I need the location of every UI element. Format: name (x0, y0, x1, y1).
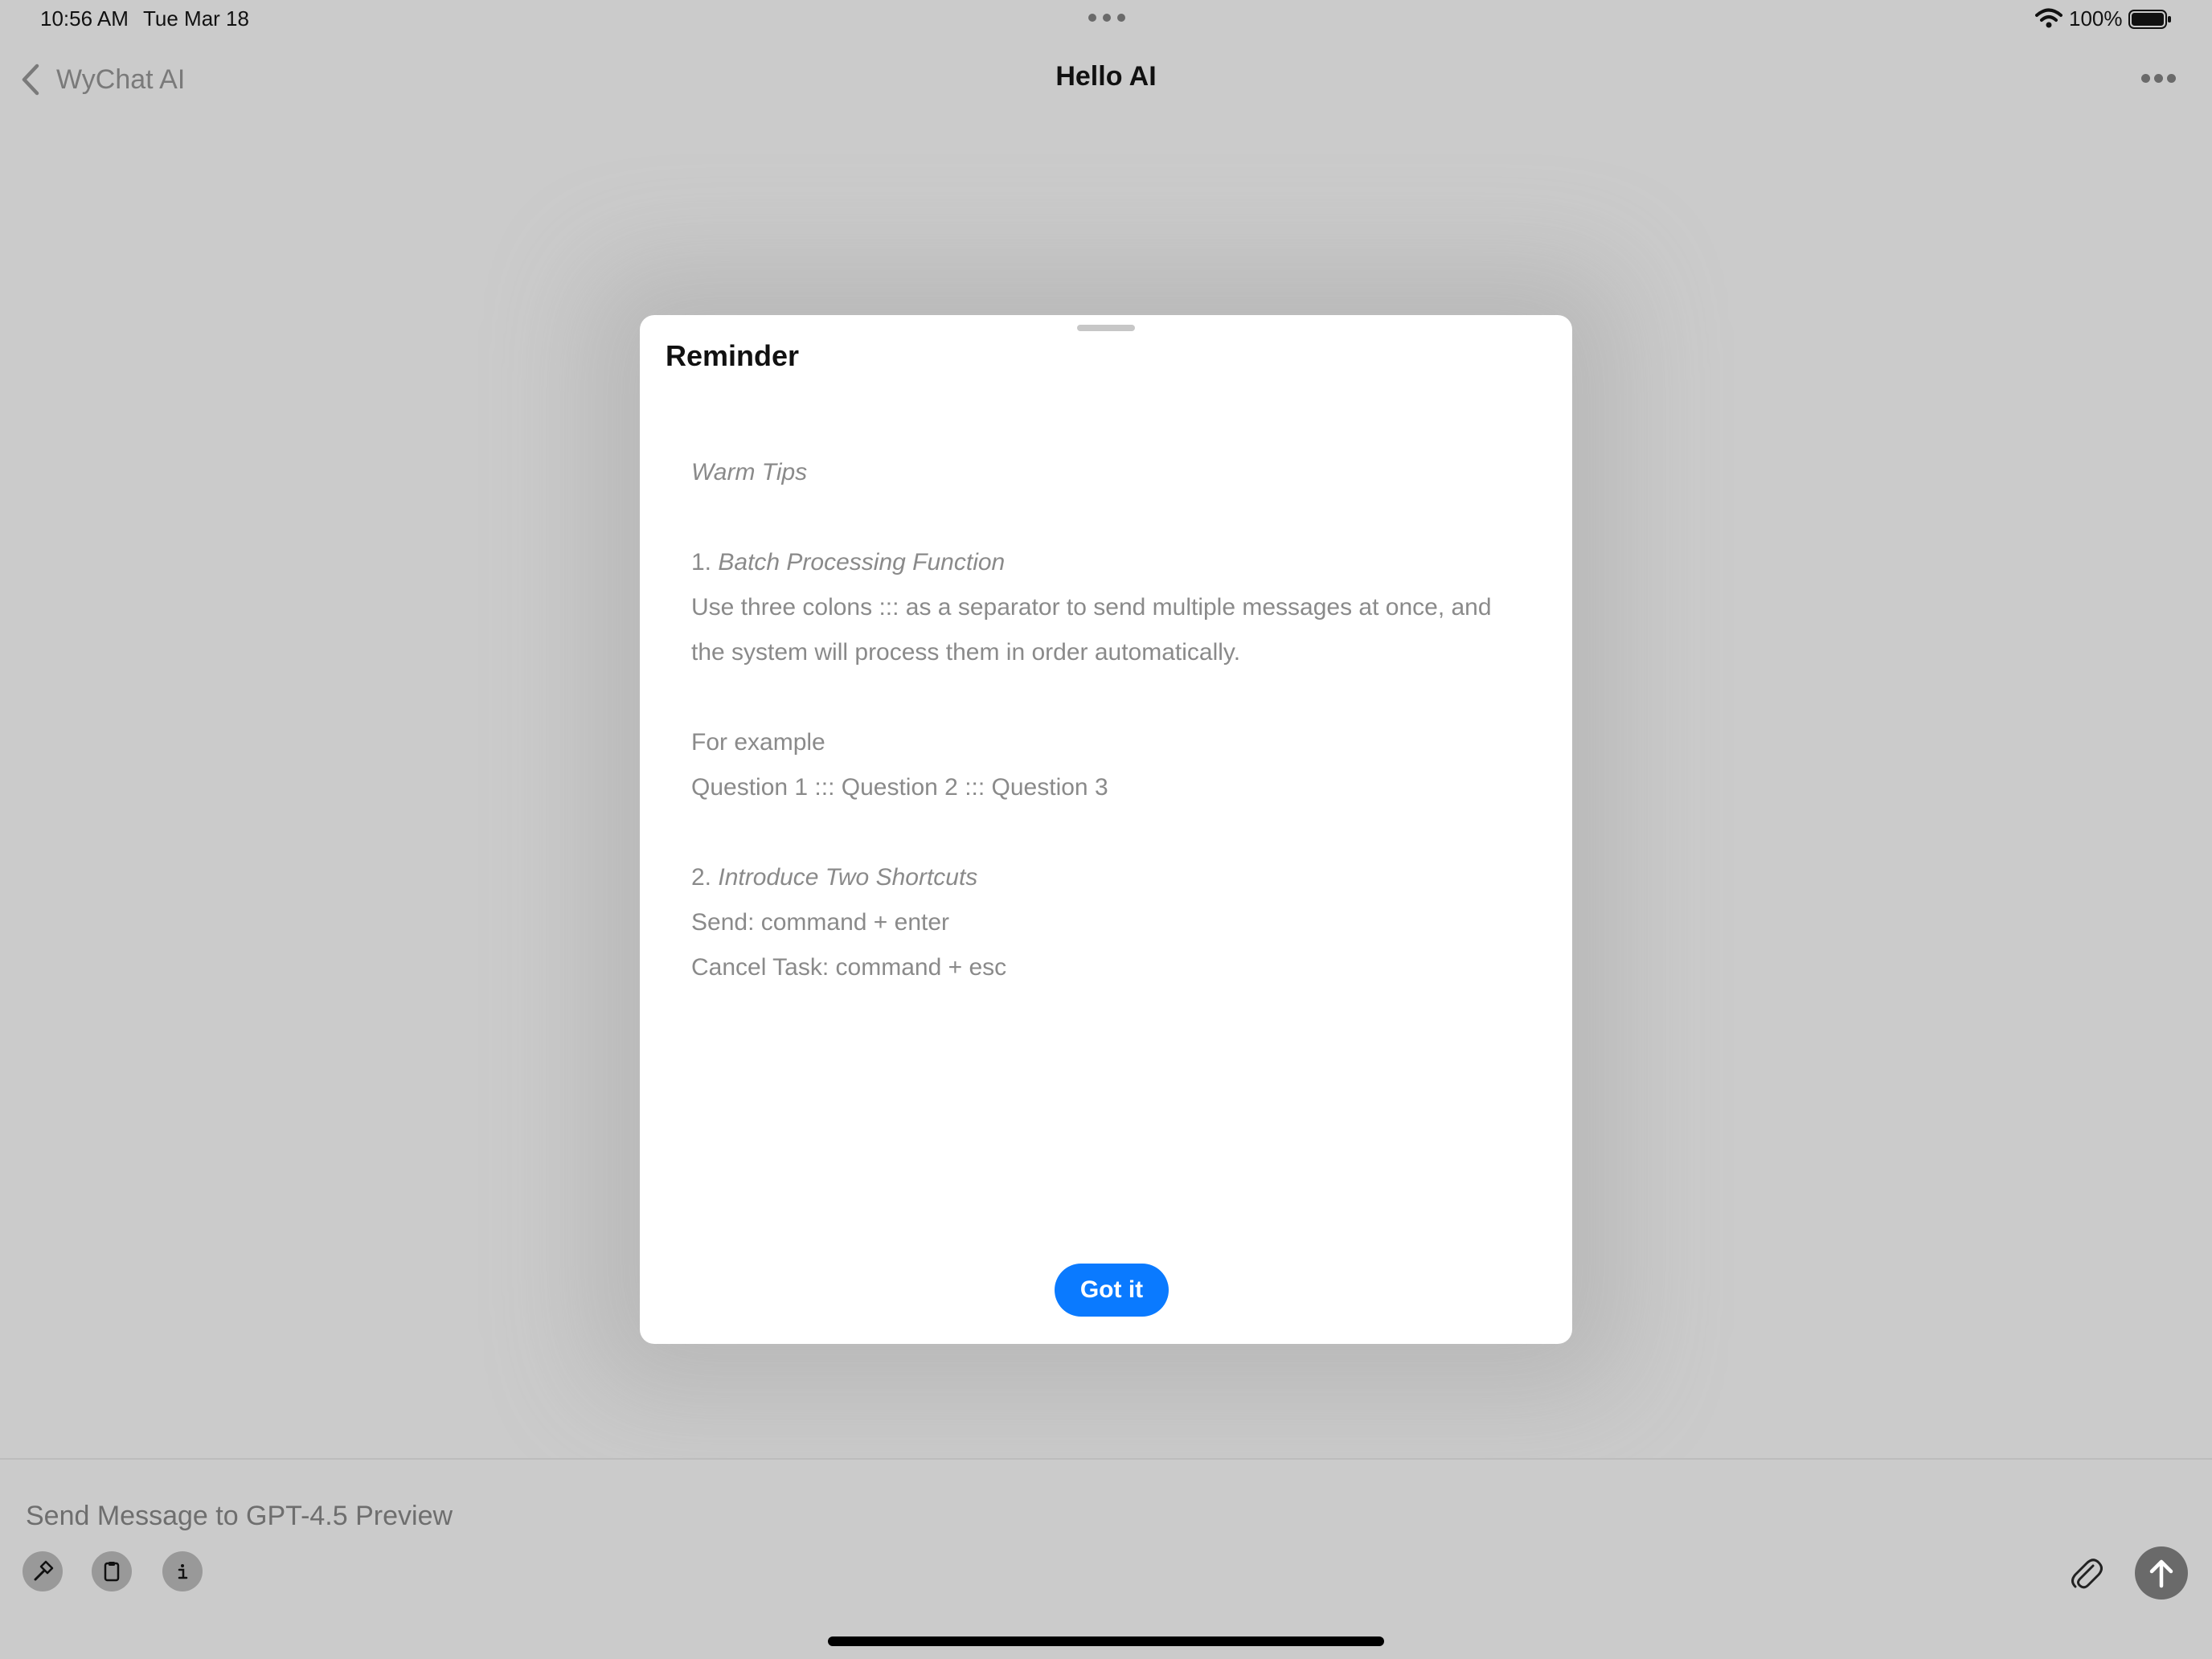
section-2-number: 2. (691, 864, 712, 891)
example-label: For example (691, 729, 825, 756)
clipboard-button[interactable] (92, 1551, 132, 1591)
hammer-icon (34, 1560, 54, 1581)
section-1-number: 1. (691, 549, 712, 576)
info-button[interactable] (162, 1551, 203, 1591)
send-button[interactable] (2135, 1546, 2188, 1600)
reminder-modal: Reminder Warm Tips 1. Batch Processing F… (640, 315, 1572, 1344)
multitasking-dots-icon[interactable] (1088, 14, 1125, 22)
got-it-button[interactable]: Got it (1055, 1264, 1169, 1317)
info-icon (178, 1564, 188, 1579)
status-date: Tue Mar 18 (143, 6, 249, 31)
shortcut-send: Send: command + enter (691, 909, 950, 936)
more-icon[interactable] (2141, 74, 2177, 84)
modal-body: Warm Tips 1. Batch Processing Function U… (691, 450, 1543, 990)
battery-icon (2128, 10, 2171, 29)
warm-tips-heading: Warm Tips (691, 459, 808, 485)
section-2-heading: 2. Introduce Two Shortcuts (691, 855, 1543, 900)
status-time: 10:56 AM (40, 6, 129, 31)
example-text: Question 1 ::: Question 2 ::: Question 3 (691, 774, 1108, 801)
tools-button[interactable] (23, 1551, 63, 1591)
clipboard-icon (104, 1562, 120, 1582)
shortcut-cancel: Cancel Task: command + esc (691, 954, 1007, 981)
message-composer (0, 1458, 2212, 1659)
battery-percentage: 100% (2069, 6, 2123, 31)
page-title: Hello AI (1055, 61, 1157, 92)
section-1-line-2: the system will process them in order au… (691, 639, 1241, 666)
status-bar: 10:56 AM Tue Mar 18 100% (0, 0, 2212, 39)
arrow-up-icon (2149, 1559, 2173, 1588)
section-1-heading: 1. Batch Processing Function (691, 540, 1543, 585)
home-indicator[interactable] (828, 1636, 1384, 1646)
wifi-icon (2035, 8, 2062, 28)
message-input[interactable] (26, 1492, 1794, 1540)
sheet-grabber[interactable] (1077, 325, 1135, 331)
section-1-line-1: Use three colons ::: as a separator to s… (691, 594, 1492, 621)
modal-title: Reminder (666, 339, 800, 372)
paperclip-icon[interactable] (2069, 1555, 2103, 1591)
section-1-title: Batch Processing Function (718, 549, 1006, 576)
section-2-title: Introduce Two Shortcuts (718, 864, 978, 891)
